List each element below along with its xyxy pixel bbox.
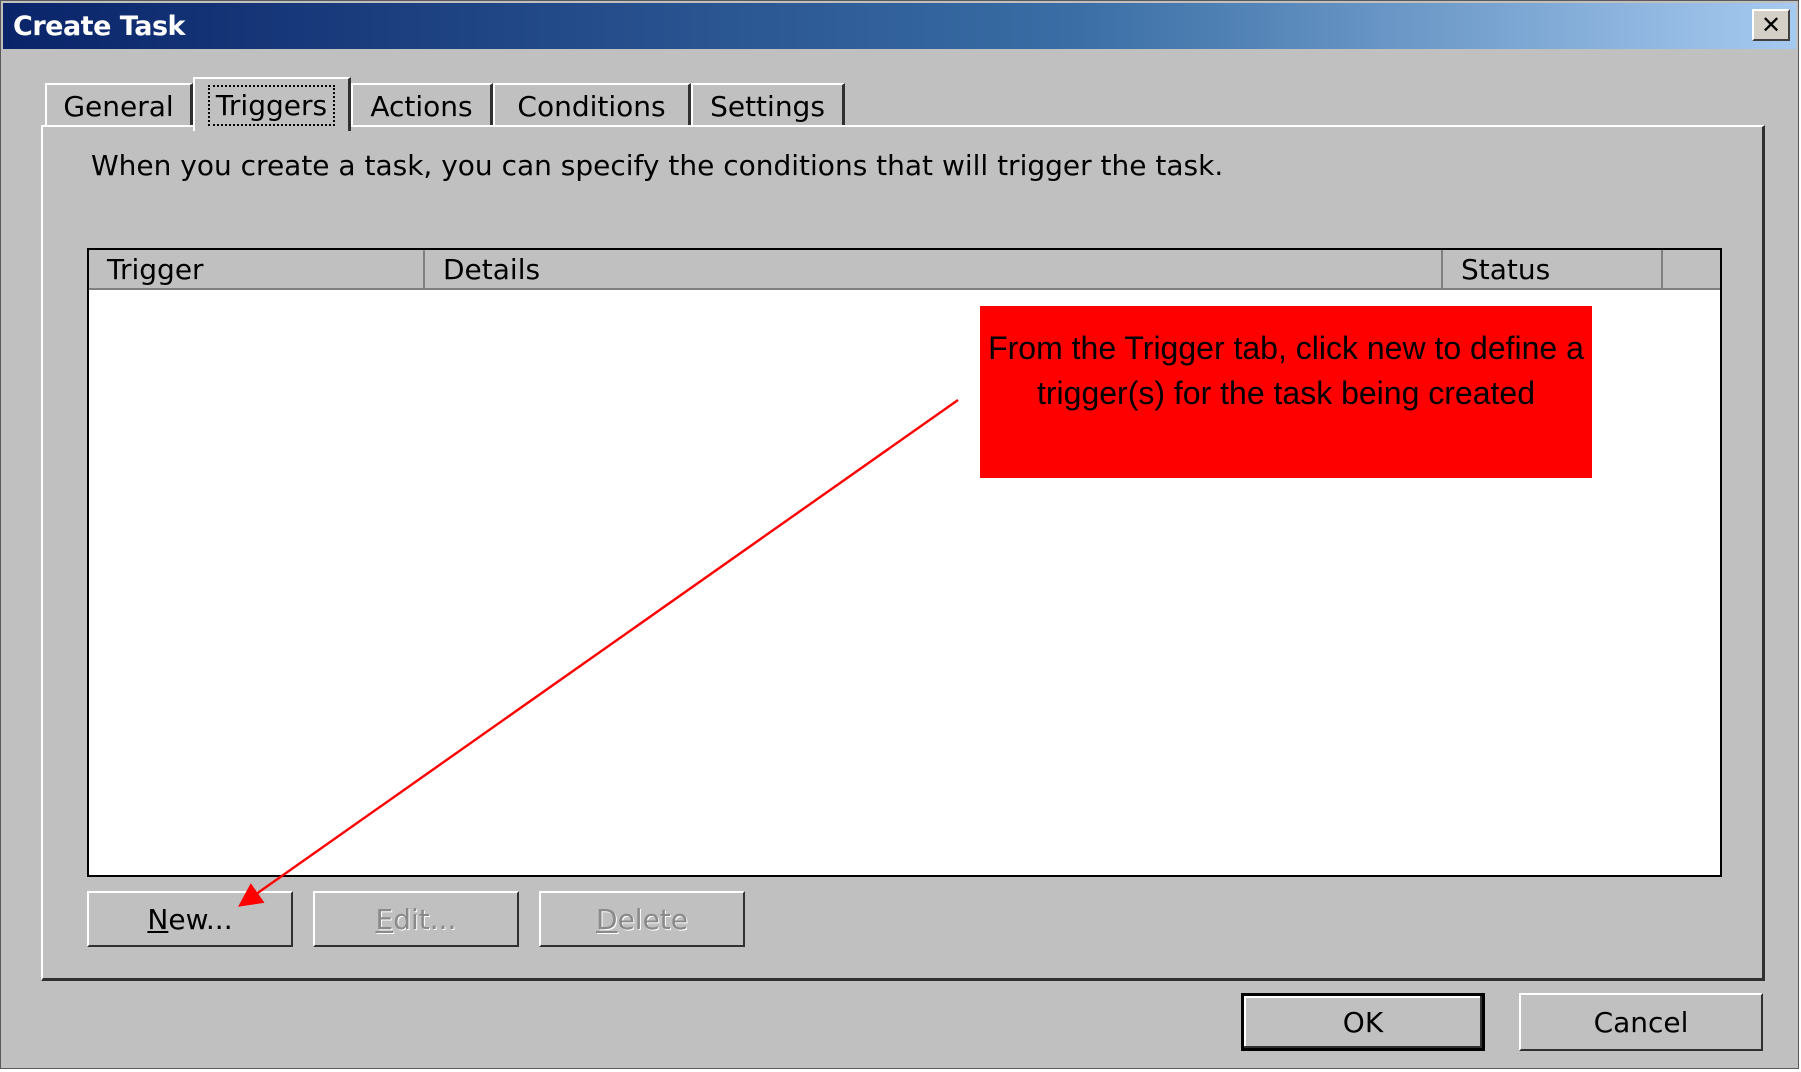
column-header-trigger[interactable]: Trigger [89, 250, 425, 288]
edit-trigger-button[interactable]: Edit... [313, 891, 519, 947]
ok-button[interactable]: OK [1241, 993, 1485, 1051]
tab-conditions[interactable]: Conditions [493, 83, 691, 127]
window-title: Create Task [13, 10, 185, 42]
delete-button-mnemonic: D [596, 902, 618, 936]
tab-settings-label: Settings [710, 89, 825, 123]
new-button-mnemonic: N [147, 902, 169, 936]
edit-button-mnemonic: E [375, 902, 394, 936]
cancel-button[interactable]: Cancel [1519, 993, 1763, 1051]
title-bar[interactable]: Create Task ✕ [3, 3, 1796, 49]
new-button-label: ew... [168, 902, 233, 936]
annotation-text: From the Trigger tab, click new to defin… [988, 330, 1584, 411]
column-header-details[interactable]: Details [425, 250, 1443, 288]
tab-conditions-label: Conditions [517, 89, 666, 123]
tab-actions[interactable]: Actions [351, 83, 493, 127]
cancel-button-label: Cancel [1593, 1005, 1689, 1039]
column-header-status[interactable]: Status [1443, 250, 1663, 288]
close-icon: ✕ [1760, 11, 1782, 39]
annotation-callout: From the Trigger tab, click new to defin… [980, 306, 1592, 478]
edit-button-label: dit... [393, 902, 457, 936]
create-task-dialog: Create Task ✕ General Triggers Actions C… [0, 0, 1799, 1069]
ok-button-label: OK [1342, 1005, 1384, 1039]
delete-button-label: elete [617, 902, 688, 936]
tab-general[interactable]: General [45, 83, 193, 127]
tab-actions-label: Actions [370, 89, 473, 123]
tab-settings[interactable]: Settings [691, 83, 845, 127]
tab-triggers-label: Triggers [207, 84, 336, 126]
delete-trigger-button[interactable]: Delete [539, 891, 745, 947]
triggers-description: When you create a task, you can specify … [91, 149, 1224, 182]
tab-general-label: General [63, 89, 174, 123]
new-trigger-button[interactable]: New... [87, 891, 293, 947]
close-button[interactable]: ✕ [1752, 9, 1790, 41]
triggers-tab-panel: When you create a task, you can specify … [41, 125, 1765, 981]
tab-triggers[interactable]: Triggers [193, 77, 351, 131]
list-header: Trigger Details Status [89, 250, 1720, 290]
